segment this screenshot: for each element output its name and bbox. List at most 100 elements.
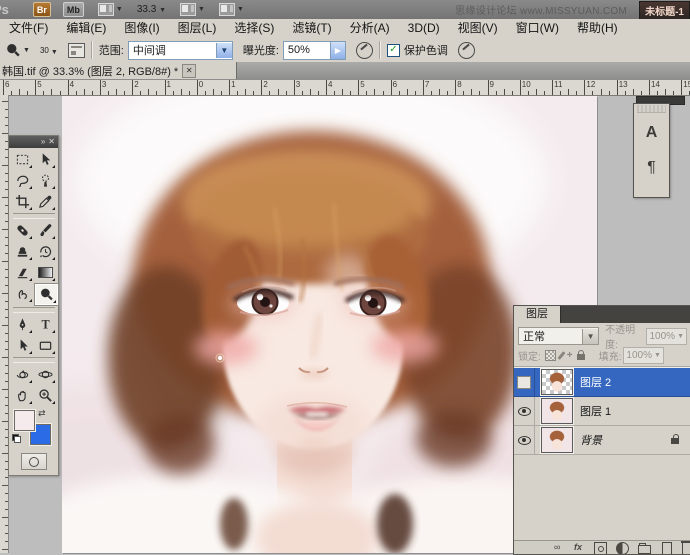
delete-layer-icon[interactable] <box>682 542 690 554</box>
layer-style-icon[interactable]: fx <box>574 542 585 553</box>
layer-visibility-toggle[interactable] <box>514 368 535 396</box>
view-extras-button[interactable]: ▼ <box>98 3 123 16</box>
toolbox-header[interactable]: » ✕ <box>9 136 58 148</box>
fill-input[interactable]: 100% ▼ <box>623 347 664 364</box>
ruler-minor-tick <box>156 91 157 95</box>
swap-colors-icon[interactable]: ⇄ <box>38 408 46 419</box>
menu-item-11[interactable]: 帮助(H) <box>568 19 627 38</box>
bridge-button[interactable]: Br <box>33 2 51 17</box>
close-icon[interactable]: ✕ <box>182 64 196 78</box>
lasso-tool[interactable] <box>11 170 34 191</box>
zoom-level-control[interactable]: 33.3 ▼ <box>137 4 166 15</box>
airbrush-icon[interactable] <box>356 42 373 59</box>
shape-tool[interactable] <box>34 335 57 356</box>
quick-mask-button[interactable] <box>21 453 47 470</box>
lock-image-pixels-icon[interactable] <box>557 351 565 360</box>
blend-mode-value: 正常 <box>519 328 582 344</box>
menu-item-9[interactable]: 视图(V) <box>449 19 507 38</box>
menu-item-7[interactable]: 分析(A) <box>341 19 399 38</box>
link-layers-icon[interactable]: ∞ <box>554 542 565 553</box>
chevron-down-icon: ▼ <box>159 7 166 14</box>
eyedropper-tool[interactable] <box>34 191 57 212</box>
smudge-tool[interactable] <box>11 283 34 304</box>
ruler-minor-tick <box>431 91 432 95</box>
layer-mask-icon[interactable] <box>594 542 607 554</box>
untitled-document-button[interactable]: 未标题-1 <box>639 1 690 19</box>
ruler-minor-tick <box>269 91 270 95</box>
menu-item-10[interactable]: 窗口(W) <box>507 19 568 38</box>
menu-item-2[interactable]: 编辑(E) <box>57 19 115 38</box>
chevron-down-icon: ▼ <box>582 329 598 344</box>
menu-item-1[interactable]: 文件(F) <box>0 19 57 38</box>
menu-item-4[interactable]: 图层(L) <box>169 19 226 38</box>
hand-tool[interactable] <box>11 385 34 406</box>
zoom-tool[interactable] <box>34 385 57 406</box>
rectangular-marquee-tool[interactable] <box>11 149 34 170</box>
layer-row-图层 2[interactable]: 图层 2 <box>514 368 690 397</box>
exposure-input[interactable]: 50% <box>283 41 331 60</box>
paragraph-panel-icon[interactable]: ¶ <box>638 153 665 183</box>
lock-transparent-pixels-icon[interactable] <box>545 350 556 361</box>
tablet-pressure-icon[interactable] <box>458 42 475 59</box>
layer-visibility-toggle[interactable] <box>514 397 535 425</box>
healing-brush-tool[interactable] <box>11 220 34 241</box>
new-layer-icon[interactable] <box>662 542 672 554</box>
protect-tones-option[interactable]: 保护色调 <box>387 42 448 58</box>
menu-item-8[interactable]: 3D(D) <box>399 19 449 38</box>
crop-tool[interactable] <box>11 191 34 212</box>
menu-item-3[interactable]: 图像(I) <box>115 19 168 38</box>
default-colors-icon[interactable] <box>12 434 21 443</box>
3d-orbit-tool[interactable] <box>34 364 57 385</box>
brush-preset-picker[interactable]: 30 ▼ <box>40 44 58 56</box>
adjustment-layer-icon[interactable] <box>616 542 629 554</box>
gradient-tool[interactable] <box>34 262 57 283</box>
lock-all-icon[interactable] <box>577 354 585 360</box>
current-tool-preset[interactable]: ▼ <box>5 42 30 58</box>
ruler-minor-tick <box>366 91 367 95</box>
history-brush-tool[interactable] <box>34 241 57 262</box>
ruler-label: 3 <box>296 80 300 89</box>
smudge-tool-icon <box>15 286 30 301</box>
dodge-tool[interactable] <box>34 283 59 306</box>
layer-thumbnail[interactable] <box>541 369 573 395</box>
dock-grip[interactable] <box>637 105 666 113</box>
ruler-minor-tick <box>536 89 537 95</box>
menu-item-6[interactable]: 滤镜(T) <box>283 19 340 38</box>
range-select[interactable]: 中间调 ▼ <box>128 41 233 60</box>
close-icon[interactable]: ✕ <box>48 137 55 147</box>
pen-tool[interactable] <box>11 314 34 335</box>
protect-tones-checkbox[interactable] <box>387 44 400 57</box>
layer-row-图层 1[interactable]: 图层 1 <box>514 397 690 426</box>
type-tool[interactable]: T <box>34 314 57 335</box>
history-brush-tool-icon <box>38 244 53 259</box>
path-selection-tool[interactable] <box>11 335 34 356</box>
eraser-tool[interactable] <box>11 262 34 283</box>
layer-row-背景[interactable]: 背景 <box>514 426 690 455</box>
exposure-slider-button[interactable]: ▶ <box>331 41 346 60</box>
character-panel-icon[interactable]: A <box>638 118 665 148</box>
move-tool[interactable] <box>34 149 57 170</box>
blend-mode-select[interactable]: 正常 ▼ <box>518 327 599 345</box>
collapse-icon[interactable]: » <box>41 137 45 147</box>
brush-tool[interactable] <box>34 220 57 241</box>
toggle-brushes-panel-button[interactable] <box>68 43 85 58</box>
clone-stamp-tool[interactable] <box>11 241 34 262</box>
3d-rotate-tool[interactable] <box>11 364 34 385</box>
document-tab[interactable]: 韩国.tif @ 33.3% (图层 2, RGB/8#) * ✕ <box>0 62 237 79</box>
tab-layers[interactable]: 图层 <box>514 306 561 323</box>
layer-thumbnail[interactable] <box>541 427 573 453</box>
horizontal-ruler[interactable]: 6543210123456789101112131415 <box>0 80 690 96</box>
menu-item-5[interactable]: 选择(S) <box>225 19 283 38</box>
quick-selection-tool[interactable] <box>34 170 57 191</box>
opacity-input[interactable]: 100% ▼ <box>646 328 687 345</box>
foreground-color-swatch[interactable] <box>14 410 35 431</box>
layer-thumbnail[interactable] <box>541 398 573 424</box>
mobile-button[interactable]: Mb <box>63 2 84 17</box>
ruler-tick <box>5 125 8 126</box>
lock-position-icon[interactable]: + <box>567 351 573 360</box>
layer-visibility-toggle[interactable] <box>514 426 535 454</box>
arrange-documents-button[interactable]: ▼ <box>180 3 205 16</box>
screen-mode-button[interactable]: ▼ <box>219 3 244 16</box>
chevron-down-icon: ▼ <box>116 6 123 13</box>
exposure-value: 50% <box>284 44 330 56</box>
